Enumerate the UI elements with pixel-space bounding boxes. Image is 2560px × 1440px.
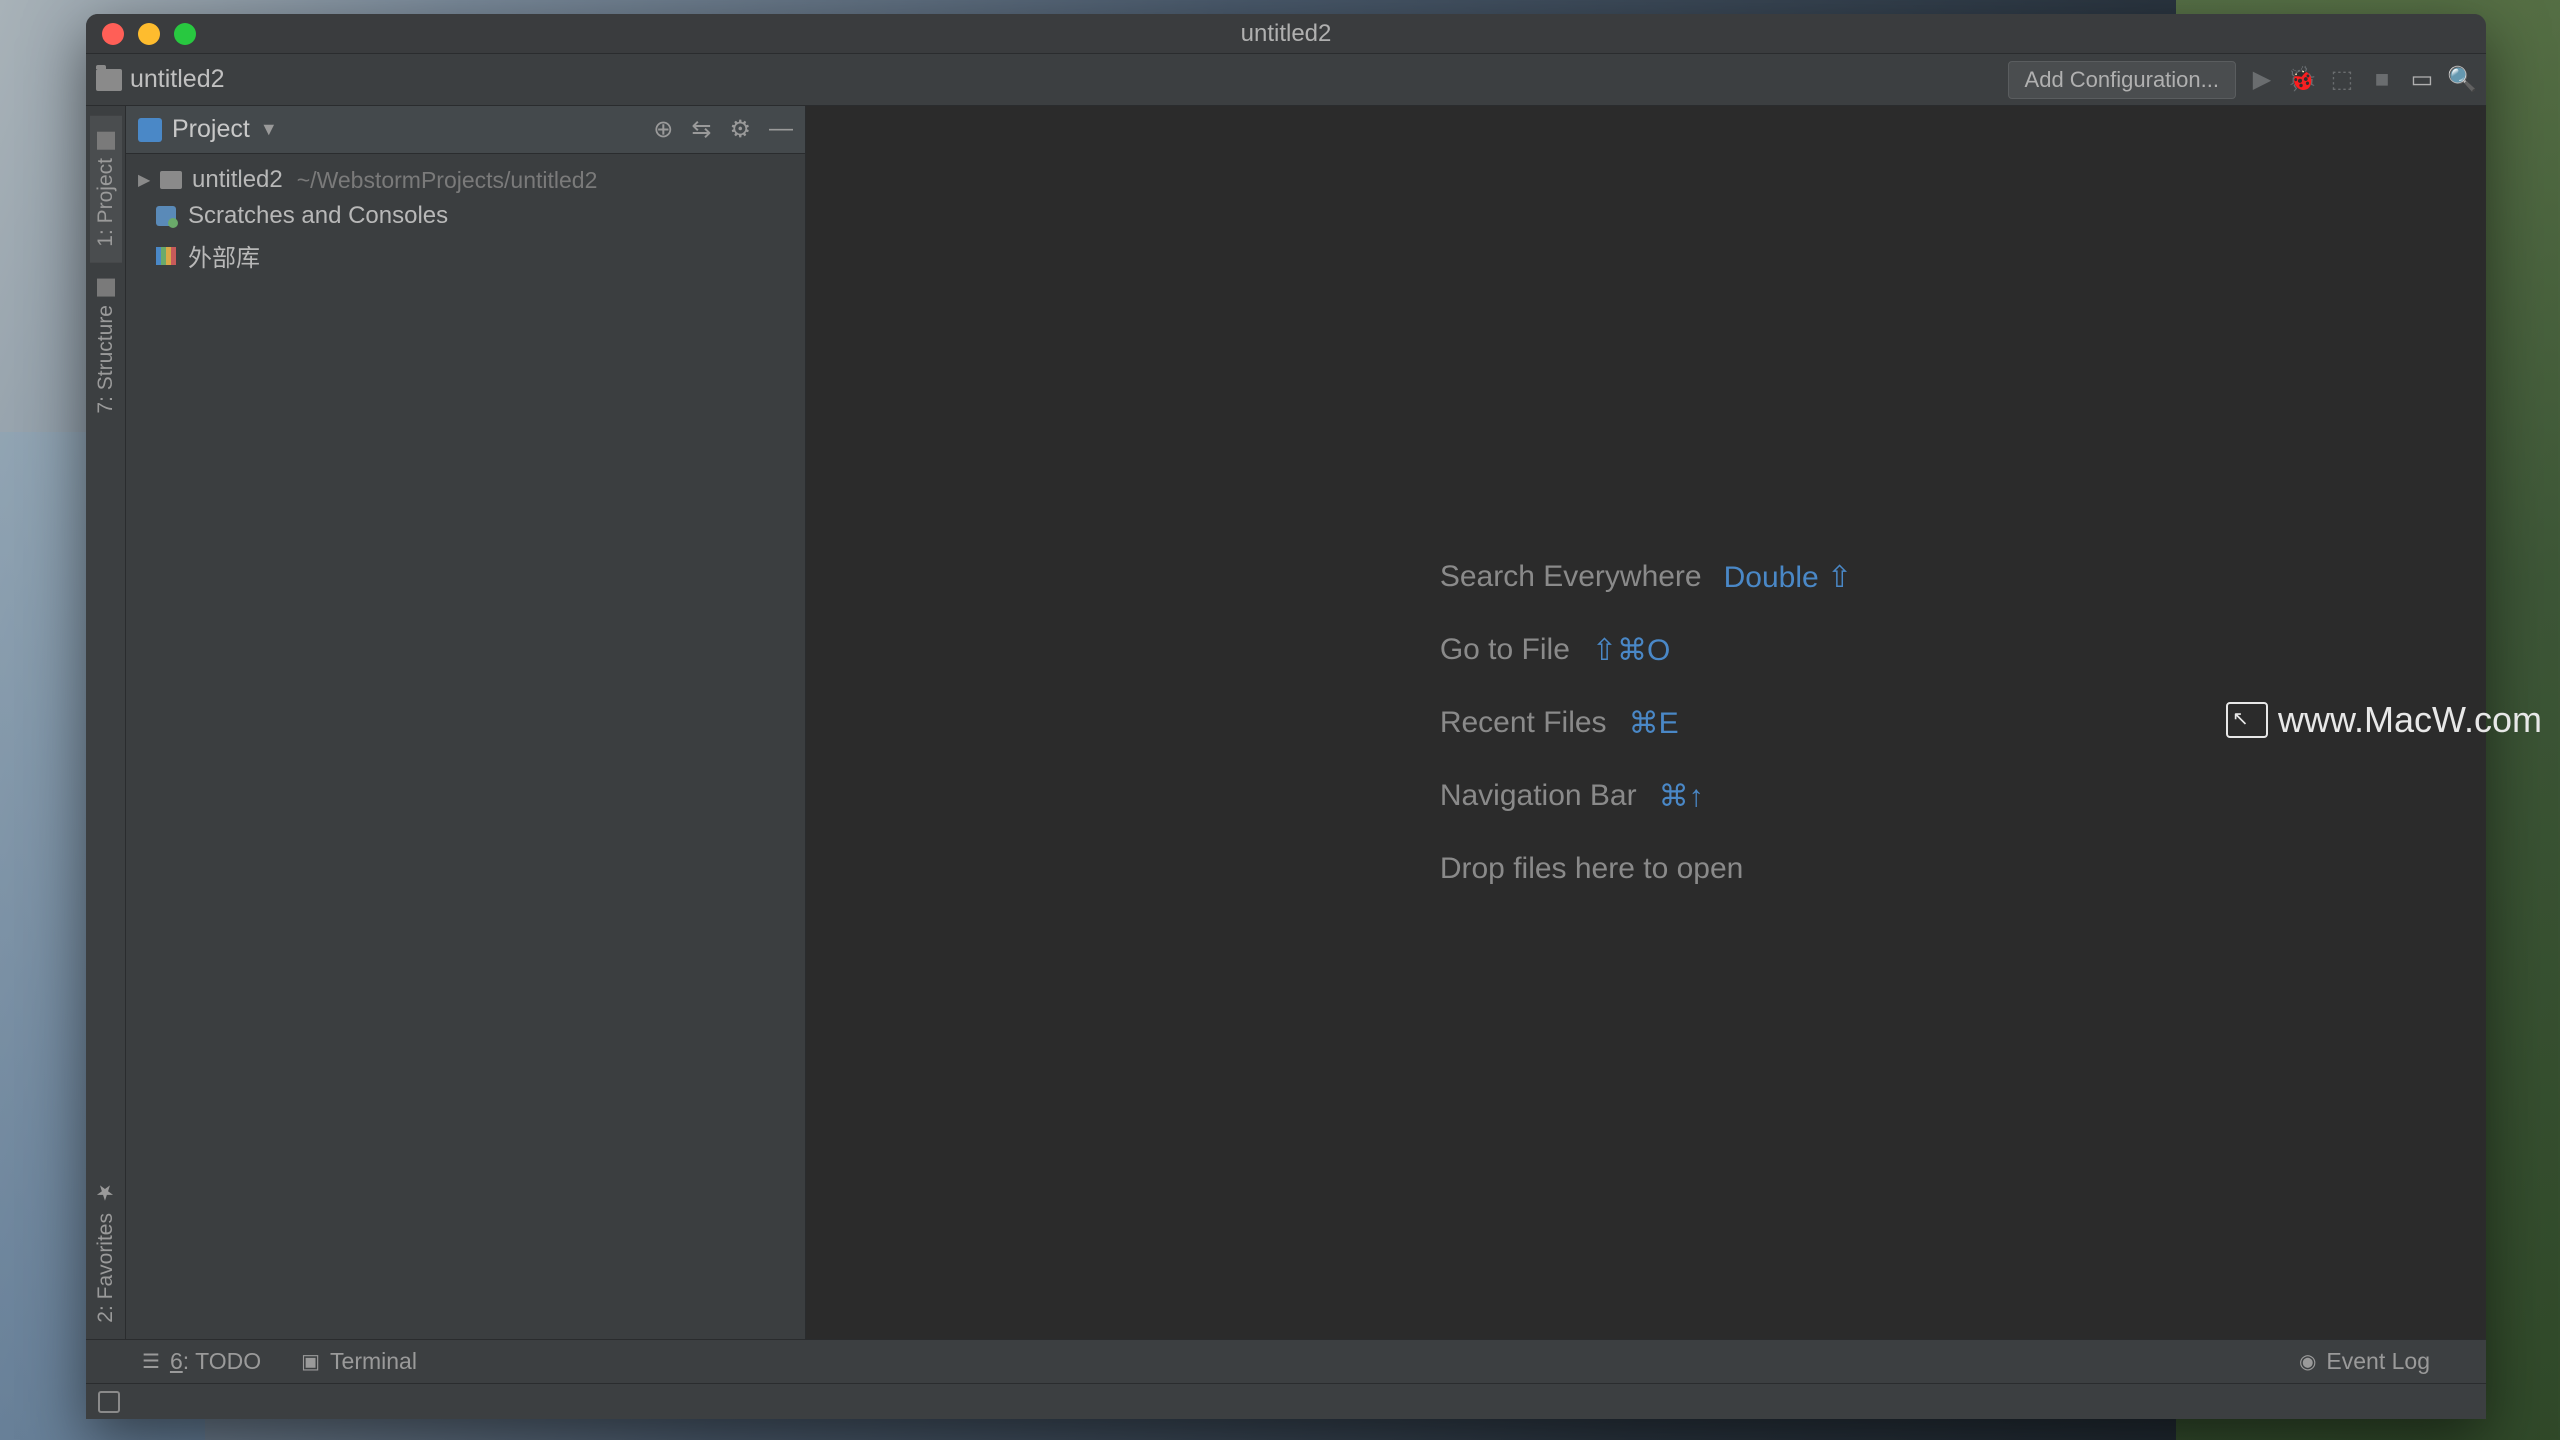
- todo-label: : TODO: [183, 1348, 261, 1374]
- traffic-lights: [102, 23, 196, 45]
- watermark: www.MacW.com: [2226, 699, 2542, 741]
- bottom-tab-event-log[interactable]: ◉ Event Log: [2299, 1348, 2430, 1375]
- tree-row-root[interactable]: ▶ untitled2 ~/WebstormProjects/untitled2: [126, 162, 805, 198]
- expand-icon[interactable]: ⇆: [691, 115, 711, 144]
- gutter-tab-structure[interactable]: 7: Structure: [90, 263, 122, 430]
- chevron-down-icon[interactable]: ▼: [260, 119, 278, 140]
- tree-external-lib-label: 外部库: [188, 238, 260, 273]
- ide-window: untitled2 untitled2 Add Configuration...…: [86, 14, 2486, 1419]
- titlebar: untitled2: [86, 14, 2486, 54]
- gutter-label-favorites: 2: Favorites: [94, 1213, 118, 1323]
- breadcrumb[interactable]: untitled2: [96, 65, 225, 94]
- breadcrumb-project: untitled2: [130, 65, 225, 94]
- gutter-label-project: 1: Project: [94, 158, 118, 247]
- tip-recent-files: Recent Files ⌘E: [1440, 706, 1852, 741]
- scratch-icon: [156, 206, 176, 226]
- hide-icon[interactable]: —: [769, 115, 793, 144]
- project-badge-icon: [138, 118, 162, 142]
- folder-icon: [160, 171, 182, 189]
- search-icon[interactable]: 🔍: [2448, 66, 2476, 94]
- tool-windows-icon[interactable]: [98, 1391, 120, 1413]
- navigation-bar: untitled2 Add Configuration... ▶ 🐞 ⬚ ■ ▭…: [86, 54, 2486, 106]
- add-configuration-button[interactable]: Add Configuration...: [2008, 61, 2236, 99]
- terminal-icon: ▣: [301, 1349, 320, 1374]
- tip-search-everywhere: Search Everywhere Double ⇧: [1440, 560, 1852, 595]
- gutter-tab-project[interactable]: 1: Project: [90, 116, 122, 263]
- terminal-label: Terminal: [330, 1348, 417, 1375]
- event-log-label: Event Log: [2326, 1348, 2430, 1375]
- star-icon: ★: [94, 1181, 118, 1205]
- left-tool-gutter: 1: Project 7: Structure 2: Favorites ★: [86, 106, 126, 1339]
- project-tree: ▶ untitled2 ~/WebstormProjects/untitled2…: [126, 154, 805, 285]
- main-area: 1: Project 7: Structure 2: Favorites ★ P…: [86, 106, 2486, 1339]
- coverage-icon[interactable]: ⬚: [2328, 66, 2356, 94]
- list-icon: ☰: [142, 1349, 160, 1374]
- tip-navigation-bar: Navigation Bar ⌘↑: [1440, 779, 1852, 814]
- sidebar-title[interactable]: Project: [172, 115, 250, 144]
- welcome-tips: Search Everywhere Double ⇧ Go to File ⇧⌘…: [1440, 560, 1852, 886]
- gutter-tab-favorites[interactable]: 2: Favorites ★: [90, 1165, 122, 1339]
- tree-root-path: ~/WebstormProjects/untitled2: [297, 167, 598, 194]
- tip-drop-files: Drop files here to open: [1440, 852, 1852, 886]
- tip-goto-file: Go to File ⇧⌘O: [1440, 633, 1852, 668]
- bottom-tab-todo[interactable]: ☰ 6: TODO: [142, 1348, 261, 1375]
- bottom-toolbar: ☰ 6: TODO ▣ Terminal ◉ Event Log: [86, 1339, 2486, 1383]
- project-sidebar: Project ▼ ⊕ ⇆ ⚙ — ▶ untitled2 ~/Webstorm…: [126, 106, 806, 1339]
- maximize-window-button[interactable]: [174, 23, 196, 45]
- project-icon: [97, 132, 115, 150]
- cursor-icon: [2226, 702, 2268, 738]
- event-log-icon: ◉: [2299, 1349, 2316, 1374]
- debug-icon[interactable]: 🐞: [2288, 66, 2316, 94]
- minimize-window-button[interactable]: [138, 23, 160, 45]
- locate-icon[interactable]: ⊕: [653, 115, 673, 144]
- gutter-label-structure: 7: Structure: [94, 305, 118, 414]
- gear-icon[interactable]: ⚙: [729, 115, 751, 144]
- tree-scratches-label: Scratches and Consoles: [188, 202, 448, 230]
- bottom-tab-terminal[interactable]: ▣ Terminal: [301, 1348, 417, 1375]
- sidebar-header: Project ▼ ⊕ ⇆ ⚙ —: [126, 106, 805, 154]
- stop-icon[interactable]: ■: [2368, 66, 2396, 94]
- watermark-text: www.MacW.com: [2278, 699, 2542, 741]
- window-title: untitled2: [1241, 20, 1332, 48]
- tree-row-external-lib[interactable]: 外部库: [126, 234, 805, 277]
- tree-root-name: untitled2: [192, 166, 283, 194]
- folder-icon: [96, 69, 122, 91]
- close-window-button[interactable]: [102, 23, 124, 45]
- run-icon[interactable]: ▶: [2248, 66, 2276, 94]
- library-icon: [156, 247, 176, 265]
- layout-icon[interactable]: ▭: [2408, 66, 2436, 94]
- chevron-right-icon[interactable]: ▶: [138, 170, 154, 190]
- structure-icon: [97, 279, 115, 297]
- status-bar: [86, 1383, 2486, 1419]
- tree-row-scratches[interactable]: Scratches and Consoles: [126, 198, 805, 234]
